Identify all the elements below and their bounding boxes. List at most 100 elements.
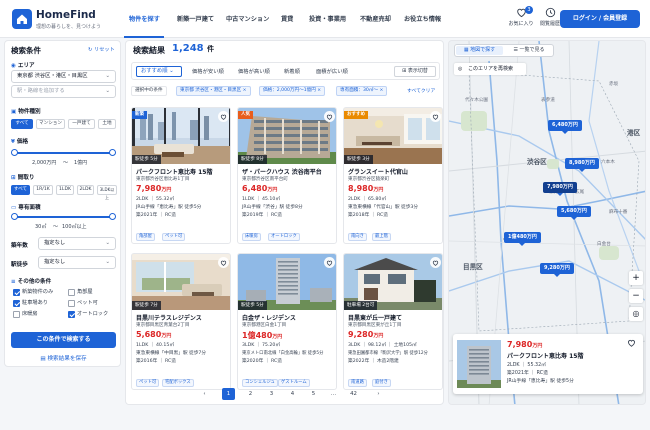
pagination-page[interactable]: 3	[265, 388, 278, 400]
listing-photo[interactable]: 駐車場 2台可	[344, 254, 442, 310]
nav-guide[interactable]: お役立ち情報	[404, 14, 441, 23]
reset-button[interactable]: ↻ リセット	[88, 46, 115, 53]
favorite-button[interactable]	[430, 111, 441, 122]
option-floor-heating[interactable]: 床暖房	[13, 311, 38, 318]
pagination-page[interactable]: 1	[222, 388, 235, 400]
listing-photo[interactable]: 駅徒歩 5分	[238, 254, 336, 310]
popup-favorite-button[interactable]	[627, 339, 636, 349]
map-popup-card[interactable]: 7,980万円 パークフロント恵比寿 15階 2LDK ｜ 55.32㎡ 築20…	[453, 334, 643, 394]
sort-price-desc[interactable]: 価格が高い順	[238, 67, 270, 75]
size-min-handle[interactable]	[11, 213, 18, 220]
close-icon[interactable]: ×	[317, 88, 321, 93]
favorites-button[interactable]: 3 お気に入り	[506, 6, 536, 27]
favorite-button[interactable]	[218, 257, 229, 268]
type-chip-house[interactable]: 一戸建て	[68, 119, 95, 129]
map-price-pin[interactable]: 9,280万円	[540, 263, 574, 277]
pagination-next[interactable]: ›	[372, 388, 385, 400]
listing-card[interactable]: 駅徒歩 5分 白金ザ・レジデンス 東京都港区白金1丁目 1億480万円 3LDK…	[237, 253, 337, 390]
nav-sell[interactable]: 不動産売却	[360, 14, 391, 23]
listing-photo[interactable]: 人気 駅徒歩 8分	[238, 108, 336, 164]
tab-map[interactable]: ▦ 地図で探す	[456, 46, 503, 55]
size-max-handle[interactable]	[109, 213, 116, 220]
layout-chip-all[interactable]: すべて	[11, 185, 30, 195]
zoom-out-button[interactable]: −	[629, 289, 643, 303]
nav-investment[interactable]: 投資・事業用	[309, 14, 346, 23]
map-price-pin[interactable]: 5,680万円	[557, 206, 591, 220]
listing-card[interactable]: 駅徒歩 7分 目黒川テラスレジデンス 東京都目黒区青葉台2丁目 5,680万円 …	[131, 253, 231, 390]
age-select[interactable]: 指定なし ⌄	[38, 237, 116, 250]
map-price-pin[interactable]: 6,480万円	[548, 120, 582, 134]
option-pet[interactable]: ペット可	[68, 300, 98, 307]
favorite-button[interactable]	[324, 111, 335, 122]
popup-photo[interactable]	[457, 340, 501, 388]
listing-name[interactable]: 目黒東が丘一戸建て	[348, 313, 402, 322]
filter-chip-price[interactable]: 価格：2,000万円〜1億円 ×	[259, 86, 326, 96]
type-chip-land[interactable]: 土地	[98, 119, 116, 129]
checkbox-icon[interactable]	[68, 300, 75, 307]
listing-photo[interactable]: 新築 駅徒歩 5分	[132, 108, 230, 164]
option-new-only[interactable]: 新築物件のみ	[13, 289, 53, 296]
pagination-page[interactable]: 2	[244, 388, 257, 400]
listing-name[interactable]: 目黒川テラスレジデンス	[136, 313, 202, 322]
popup-name[interactable]: パークフロント恵比寿 15階	[507, 351, 583, 360]
login-button[interactable]: ログイン / 会員登録	[560, 10, 640, 28]
station-input[interactable]: 駅・路線を追加する ⌄	[11, 85, 116, 98]
nav-used-mansion[interactable]: 中古マンション	[226, 14, 269, 23]
listing-card[interactable]: 駐車場 2台可 目黒東が丘一戸建て 東京都目黒区東が丘1丁目 9,280万円 3…	[343, 253, 443, 390]
map-price-pin[interactable]: 8,980万円	[565, 158, 599, 172]
search-submit-button[interactable]: この条件で検索する	[11, 332, 116, 348]
map-panel[interactable]: ▦ 地図で探す ☰ 一覧で見る ◎ このエリアを再検索 渋谷区 港区 目黒区 代々…	[448, 40, 646, 405]
pagination-page[interactable]: 42	[347, 388, 360, 400]
layout-chip-3ldk[interactable]: 3LDK以上	[97, 185, 117, 200]
nav-rental[interactable]: 賃貸	[281, 14, 293, 23]
area-select[interactable]: 東京都 渋谷区・港区・目黒区 ⌄	[11, 70, 116, 83]
checkbox-checked-icon[interactable]	[13, 289, 20, 296]
sort-recommended[interactable]: おすすめ順 ⌄	[136, 66, 182, 77]
price-min-handle[interactable]	[11, 149, 18, 156]
favorite-button[interactable]	[430, 257, 441, 268]
walk-select[interactable]: 指定なし ⌄	[38, 256, 116, 269]
layout-chip-1ldk[interactable]: 1LDK	[56, 185, 74, 195]
checkbox-icon[interactable]	[13, 311, 20, 318]
locate-button[interactable]: ◎	[629, 307, 643, 321]
option-corner[interactable]: 角部屋	[68, 289, 93, 296]
zoom-in-button[interactable]: +	[629, 271, 643, 285]
save-search-button[interactable]: ▤ 検索結果を保存	[11, 353, 116, 366]
listing-photo[interactable]: おすすめ 駅徒歩 3分	[344, 108, 442, 164]
type-chip-all[interactable]: すべて	[11, 119, 33, 129]
close-icon[interactable]: ×	[379, 88, 383, 93]
listing-name[interactable]: ザ・パークハウス 渋谷南平台	[242, 167, 322, 176]
filter-chip-area[interactable]: 東京都 渋谷区・港区・目黒区 ×	[176, 86, 251, 96]
display-toggle-button[interactable]: ⊞ 表示切替	[394, 66, 436, 77]
option-autolock[interactable]: オートロック	[68, 311, 108, 318]
brand-name[interactable]: HomeFind	[36, 9, 96, 21]
favorite-button[interactable]	[218, 111, 229, 122]
map-price-pin[interactable]: 1億480万円	[504, 232, 541, 246]
listing-name[interactable]: グランスイート代官山	[348, 167, 408, 176]
close-icon[interactable]: ×	[243, 88, 247, 93]
home-logo-icon[interactable]	[12, 9, 32, 29]
pagination-prev[interactable]: ‹	[198, 388, 211, 400]
listing-card[interactable]: 新築 駅徒歩 5分 パークフロント恵比寿 15階 東京都渋谷区恵比寿1丁目 7,…	[131, 107, 231, 244]
price-max-handle[interactable]	[109, 149, 116, 156]
checkbox-checked-icon[interactable]	[68, 311, 75, 318]
sort-newest[interactable]: 新着順	[284, 67, 300, 75]
listing-name[interactable]: パークフロント恵比寿 15階	[136, 167, 212, 176]
sort-area[interactable]: 面積が広い順	[316, 67, 348, 75]
listing-card[interactable]: 人気 駅徒歩 8分 ザ・パークハウス 渋谷南平台 東京都渋谷区南平台町 6,48…	[237, 107, 337, 244]
clear-all-filters[interactable]: すべてクリア	[407, 87, 435, 94]
pagination-page[interactable]: 4	[286, 388, 299, 400]
layout-chip-2ldk[interactable]: 2LDK	[77, 185, 94, 195]
option-parking[interactable]: 駐車場あり	[13, 300, 48, 307]
favorite-button[interactable]	[324, 257, 335, 268]
checkbox-icon[interactable]	[68, 289, 75, 296]
filter-chip-size[interactable]: 専有面積：30㎡〜 ×	[336, 86, 388, 96]
listing-card[interactable]: おすすめ 駅徒歩 3分 グランスイート代官山 東京都渋谷区猿楽町 8,980万円…	[343, 107, 443, 244]
pagination-page[interactable]: 5	[307, 388, 320, 400]
nav-search[interactable]: 物件を探す	[129, 14, 160, 23]
sort-price-asc[interactable]: 価格が安い順	[192, 67, 224, 75]
type-chip-mansion[interactable]: マンション	[36, 119, 65, 129]
tab-list[interactable]: ☰ 一覧で見る	[506, 46, 552, 55]
listing-name[interactable]: 白金ザ・レジデンス	[242, 313, 296, 322]
listing-photo[interactable]: 駅徒歩 7分	[132, 254, 230, 310]
